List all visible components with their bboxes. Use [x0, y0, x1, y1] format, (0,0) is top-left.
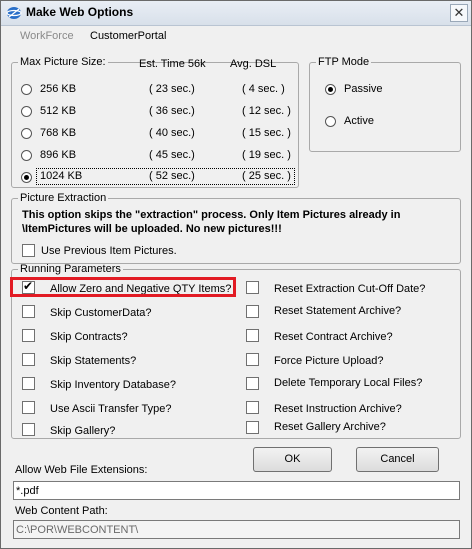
size-label: 512 KB — [40, 105, 77, 117]
size-256-radio[interactable] — [21, 84, 32, 95]
time-label: ( 23 sec.) — [149, 83, 195, 95]
ftp-passive-label[interactable]: Passive — [344, 83, 383, 95]
size-1024-radio[interactable] — [21, 172, 32, 183]
extraction-note-line2: \ItemPictures will be uploaded. No new p… — [22, 223, 282, 235]
make-web-options-window: Make Web Options ✕ WorkForce CustomerPor… — [0, 0, 472, 549]
picture-extraction-legend: Picture Extraction — [20, 192, 107, 204]
close-button[interactable]: ✕ — [450, 4, 468, 22]
extensions-input[interactable]: *.pdf — [13, 481, 460, 500]
reset-statement-archive-checkbox[interactable] — [246, 305, 259, 318]
size-896-radio[interactable] — [21, 150, 32, 161]
time-label: ( 45 sec.) — [149, 149, 195, 161]
size-label: 896 KB — [40, 149, 77, 161]
reset-instruction-archive-checkbox[interactable] — [246, 401, 259, 414]
content-path-input[interactable]: C:\POR\WEBCONTENT\ — [13, 520, 460, 539]
size-768-radio[interactable] — [21, 128, 32, 139]
use-previous-pictures-checkbox[interactable] — [22, 244, 35, 257]
tab-customerportal[interactable]: CustomerPortal — [90, 30, 166, 42]
reset-gallery-archive-label[interactable]: Reset Gallery Archive? — [274, 421, 386, 433]
extensions-label: Allow Web File Extensions: — [15, 464, 148, 476]
window-title: Make Web Options — [26, 5, 134, 19]
ftp-passive-radio[interactable] — [325, 84, 336, 95]
skip-gallery-label[interactable]: Skip Gallery? — [50, 425, 115, 437]
skip-customerdata-label[interactable]: Skip CustomerData? — [50, 307, 152, 319]
dsl-label: ( 19 sec. ) — [242, 149, 291, 161]
title-bar[interactable]: Make Web Options ✕ — [1, 1, 471, 26]
cancel-button[interactable]: Cancel — [356, 447, 439, 472]
ftp-mode-group: FTP Mode — [309, 56, 461, 152]
avg-dsl-header: Avg. DSL — [230, 58, 277, 70]
use-previous-pictures-label[interactable]: Use Previous Item Pictures. — [41, 245, 177, 257]
close-icon: ✕ — [453, 5, 465, 20]
ftp-active-label[interactable]: Active — [344, 115, 374, 127]
est-time-header: Est. Time 56k — [139, 58, 206, 70]
time-label: ( 40 sec.) — [149, 127, 195, 139]
skip-statements-label[interactable]: Skip Statements? — [50, 355, 136, 367]
delete-temp-files-label[interactable]: Delete Temporary Local Files? — [274, 377, 422, 389]
highlight-annotation — [10, 277, 236, 297]
dsl-label: ( 12 sec. ) — [242, 105, 291, 117]
ftp-active-radio[interactable] — [325, 116, 336, 127]
tab-strip: WorkForce CustomerPortal — [1, 26, 471, 48]
picture-size-row-selected[interactable]: 1024 KB ( 52 sec.) ( 25 sec. ) — [36, 168, 295, 185]
running-parameters-legend: Running Parameters — [20, 263, 121, 275]
force-picture-upload-checkbox[interactable] — [246, 353, 259, 366]
reset-extraction-cutoff-label[interactable]: Reset Extraction Cut-Off Date? — [274, 283, 425, 295]
time-label: ( 36 sec.) — [149, 105, 195, 117]
content-path-label: Web Content Path: — [15, 505, 108, 517]
reset-gallery-archive-checkbox[interactable] — [246, 421, 259, 434]
reset-extraction-cutoff-checkbox[interactable] — [246, 281, 259, 294]
tab-workforce[interactable]: WorkForce — [20, 30, 74, 42]
delete-temp-files-checkbox[interactable] — [246, 377, 259, 390]
skip-inventory-database-label[interactable]: Skip Inventory Database? — [50, 379, 176, 391]
use-ascii-transfer-label[interactable]: Use Ascii Transfer Type? — [50, 403, 171, 415]
ftp-mode-legend: FTP Mode — [318, 56, 370, 68]
ok-button[interactable]: OK — [253, 447, 332, 472]
reset-contract-archive-checkbox[interactable] — [246, 329, 259, 342]
size-label: 1024 KB — [40, 170, 83, 182]
skip-inventory-database-checkbox[interactable] — [22, 377, 35, 390]
time-label: ( 52 sec.) — [149, 170, 195, 182]
skip-customerdata-checkbox[interactable] — [22, 305, 35, 318]
reset-contract-archive-label[interactable]: Reset Contract Archive? — [274, 331, 393, 343]
reset-instruction-archive-label[interactable]: Reset Instruction Archive? — [274, 403, 402, 415]
dsl-label: ( 25 sec. ) — [242, 170, 291, 182]
use-ascii-transfer-checkbox[interactable] — [22, 401, 35, 414]
force-picture-upload-label[interactable]: Force Picture Upload? — [274, 355, 383, 367]
size-label: 768 KB — [40, 127, 77, 139]
size-label: 256 KB — [40, 83, 77, 95]
extraction-note-line1: This option skips the "extraction" proce… — [22, 209, 401, 221]
reset-statement-archive-label[interactable]: Reset Statement Archive? — [274, 305, 401, 317]
app-icon — [6, 7, 22, 19]
picture-size-legend: Max Picture Size: — [20, 56, 106, 68]
dsl-label: ( 4 sec. ) — [242, 83, 285, 95]
skip-gallery-checkbox[interactable] — [22, 423, 35, 436]
dsl-label: ( 15 sec. ) — [242, 127, 291, 139]
options-panel: Max Picture Size: Est. Time 56k Avg. DSL… — [1, 48, 471, 548]
skip-contracts-label[interactable]: Skip Contracts? — [50, 331, 128, 343]
skip-statements-checkbox[interactable] — [22, 353, 35, 366]
size-512-radio[interactable] — [21, 106, 32, 117]
skip-contracts-checkbox[interactable] — [22, 329, 35, 342]
